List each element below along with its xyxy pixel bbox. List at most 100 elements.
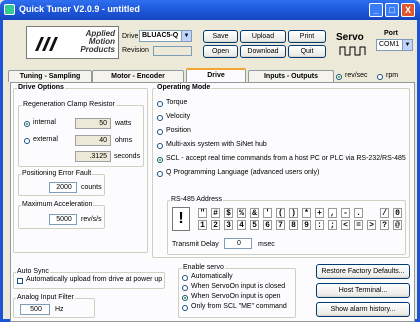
address-key[interactable]: - <box>341 208 350 218</box>
max-accel-field[interactable]: 5000 <box>49 214 77 225</box>
drive-label: Drive <box>122 33 139 40</box>
revision-field <box>153 46 192 56</box>
max-accel-title: Maximum Acceleration <box>21 201 94 208</box>
address-key[interactable]: ? <box>380 220 389 230</box>
seconds-unit: seconds <box>114 153 141 160</box>
address-key[interactable]: 5 <box>250 220 259 230</box>
save-button[interactable]: Save <box>203 30 238 43</box>
mode-q-label: Q Programming Language (advanced users o… <box>166 169 320 176</box>
address-key[interactable]: 8 <box>289 220 298 230</box>
tab-motor-encoder[interactable]: Motor - Encoder <box>92 70 184 82</box>
address-key[interactable]: : <box>315 220 324 230</box>
servo-closed-radio[interactable] <box>182 285 188 291</box>
mode-q-radio[interactable] <box>157 171 163 177</box>
pos-error-title: Positioning Error Fault <box>21 170 93 177</box>
chevron-down-icon: ▼ <box>181 31 191 41</box>
print-button[interactable]: Print <box>288 30 326 43</box>
mode-torque-label: Torque <box>166 99 188 106</box>
auto-upload-checkbox[interactable] <box>17 278 23 284</box>
servo-scl-label: Only from SCL "ME" command <box>191 303 287 310</box>
address-key[interactable]: * <box>302 208 311 218</box>
address-key[interactable]: . <box>354 208 363 218</box>
minimize-button[interactable]: _ <box>369 3 383 17</box>
transmit-delay-unit: msec <box>258 241 275 248</box>
address-key[interactable]: > <box>367 220 376 230</box>
mode-multiaxis-radio[interactable] <box>157 143 163 149</box>
auto-sync-title: Auto Sync <box>16 268 50 275</box>
tab-inputs-outputs[interactable]: Inputs - Outputs <box>248 70 334 82</box>
address-key[interactable]: 9 <box>302 220 311 230</box>
transmit-delay-field[interactable]: 0 <box>224 238 252 249</box>
address-key[interactable]: < <box>341 220 350 230</box>
external-radio[interactable] <box>24 138 30 144</box>
address-key[interactable]: % <box>237 208 246 218</box>
rpm-radio[interactable] <box>377 74 383 80</box>
address-key[interactable]: ; <box>328 220 337 230</box>
open-button[interactable]: Open <box>203 45 238 58</box>
servo-auto-radio[interactable] <box>182 275 188 281</box>
drive-options-title: Drive Options <box>17 84 65 91</box>
transmit-delay-label: Transmit Delay <box>172 241 219 248</box>
address-key[interactable]: 1 <box>198 220 207 230</box>
ohms-field[interactable]: 40 <box>75 135 111 146</box>
rev-sec-label: rev/sec <box>345 72 368 79</box>
mode-scl-radio[interactable] <box>157 157 163 163</box>
app-icon <box>4 4 15 15</box>
maximize-button[interactable]: □ <box>385 3 399 17</box>
alarm-history-button[interactable]: Show alarm history... <box>316 302 410 317</box>
address-key[interactable]: 0 <box>393 208 402 218</box>
address-key[interactable]: / <box>380 208 389 218</box>
analog-filter-title: Analog Input Filter <box>16 294 75 301</box>
tab-tuning-sampling[interactable]: Tuning - Sampling <box>8 70 92 82</box>
watts-unit: watts <box>115 120 132 127</box>
port-select[interactable]: COM1 ▼ <box>376 39 413 51</box>
rs485-title: RS-485 Address <box>170 196 223 203</box>
logo-mark-icon <box>35 37 58 51</box>
address-key[interactable]: + <box>315 208 324 218</box>
pos-error-field[interactable]: 2000 <box>49 182 77 193</box>
external-label: external <box>33 136 58 143</box>
internal-radio[interactable] <box>24 121 30 127</box>
watts-field[interactable]: 50 <box>75 118 111 129</box>
address-key[interactable]: $ <box>224 208 233 218</box>
analog-filter-unit: Hz <box>55 306 64 313</box>
max-accel-unit: rev/s/s <box>81 216 102 223</box>
window-title: Quick Tuner V2.0.9 - untitled <box>19 4 140 14</box>
address-key[interactable]: " <box>198 208 207 218</box>
quit-button[interactable]: Quit <box>288 45 326 58</box>
address-key[interactable]: = <box>354 220 363 230</box>
regen-title: Regeneration Clamp Resistor <box>22 101 116 108</box>
servo-open-label: When ServoOn input is open <box>191 293 281 300</box>
address-key[interactable]: @ <box>393 220 402 230</box>
address-key[interactable]: ( <box>276 208 285 218</box>
mode-position-radio[interactable] <box>157 129 163 135</box>
address-key[interactable]: 7 <box>276 220 285 230</box>
address-key[interactable]: ' <box>263 208 272 218</box>
address-key[interactable]: 4 <box>237 220 246 230</box>
rev-sec-radio[interactable] <box>336 74 342 80</box>
address-key[interactable]: ) <box>289 208 298 218</box>
tab-drive[interactable]: Drive <box>186 68 246 83</box>
address-key[interactable]: & <box>250 208 259 218</box>
host-terminal-button[interactable]: Host Terminal... <box>316 283 410 298</box>
servo-auto-label: Automatically <box>191 273 233 280</box>
address-key[interactable]: 3 <box>224 220 233 230</box>
rs485-selected-address[interactable]: ! <box>172 207 190 231</box>
address-key[interactable]: , <box>328 208 337 218</box>
mode-velocity-radio[interactable] <box>157 115 163 121</box>
revision-label: Revision <box>122 47 149 54</box>
restore-defaults-button[interactable]: Restore Factory Defaults... <box>316 264 410 279</box>
drive-select[interactable]: BLUAC5-Q ▼ <box>139 30 192 42</box>
mode-torque-radio[interactable] <box>157 101 163 107</box>
address-key[interactable]: # <box>211 208 220 218</box>
internal-label: internal <box>33 119 56 126</box>
upload-button[interactable]: Upload <box>240 30 286 43</box>
analog-filter-field[interactable]: 500 <box>20 304 50 315</box>
servo-scl-radio[interactable] <box>182 305 188 311</box>
address-key[interactable]: 6 <box>263 220 272 230</box>
servo-open-radio[interactable] <box>182 295 188 301</box>
download-button[interactable]: Download <box>240 45 286 58</box>
operating-mode-title: Operating Mode <box>156 84 212 91</box>
address-key[interactable]: 2 <box>211 220 220 230</box>
close-button[interactable]: X <box>401 3 415 17</box>
